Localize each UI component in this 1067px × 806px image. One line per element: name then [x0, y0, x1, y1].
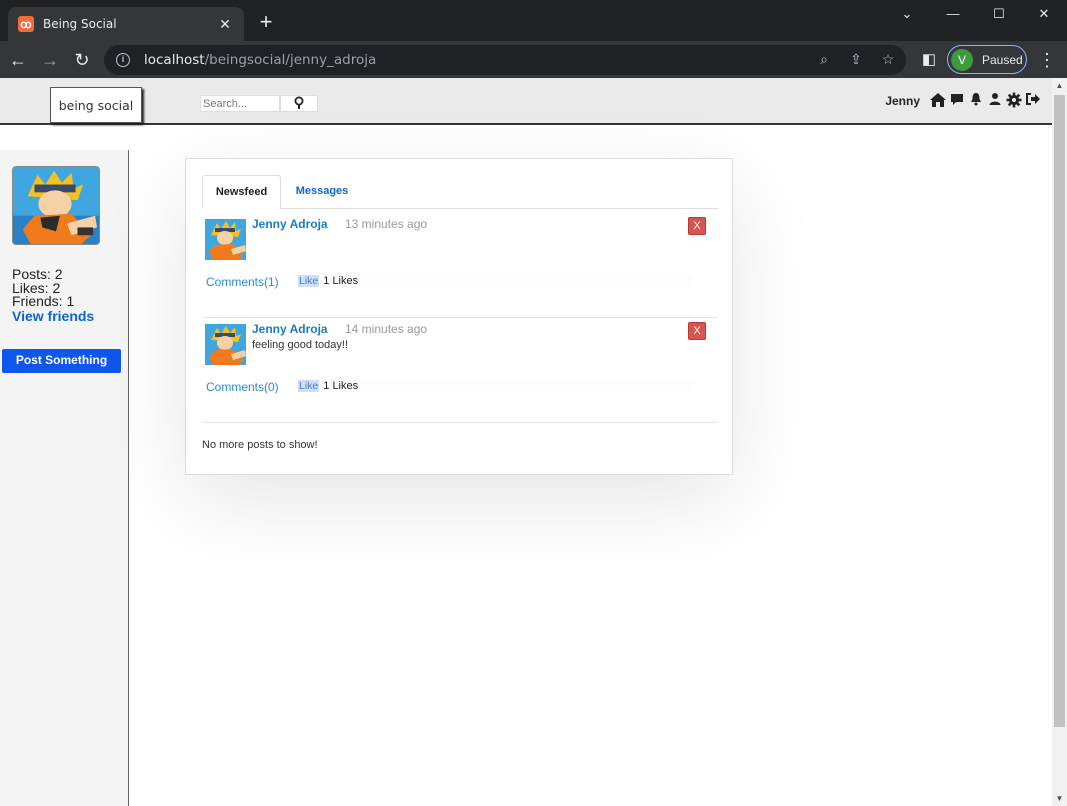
search-icon	[294, 96, 304, 109]
scroll-up-icon[interactable]: ▲	[1052, 78, 1067, 93]
profile-status: Paused	[982, 52, 1023, 67]
browser-toolbar: ← → ↻ i localhost/beingsocial/jenny_adro…	[0, 41, 1067, 78]
likes-count: 1 Likes	[323, 379, 359, 392]
share-icon[interactable]: ⇪	[846, 51, 866, 69]
post-author-link[interactable]: Jenny Adroja	[252, 322, 328, 336]
post-author-link[interactable]: Jenny Adroja	[252, 217, 328, 231]
author-avatar[interactable]	[205, 324, 246, 365]
page-viewport: being social Jenny	[0, 78, 1052, 806]
tab-newsfeed[interactable]: Newsfeed	[202, 175, 281, 209]
naruto-avatar-icon	[205, 324, 246, 365]
forward-icon[interactable]: →	[38, 48, 62, 72]
maximize-button[interactable]: ☐	[976, 0, 1022, 28]
url-text: localhost/beingsocial/jenny_adroja	[144, 52, 377, 68]
messages-icon[interactable]	[947, 92, 966, 110]
post-timestamp: 14 minutes ago	[345, 322, 428, 336]
notifications-icon[interactable]	[966, 92, 985, 110]
post-something-button[interactable]: Post Something	[2, 349, 121, 373]
site-info-icon[interactable]: i	[116, 53, 130, 67]
search-form	[200, 95, 318, 112]
comments-link[interactable]: Comments(1)	[206, 275, 279, 289]
like-button[interactable]: Like	[298, 274, 320, 287]
likes-count: 1 Likes	[323, 274, 359, 287]
tab-close-icon[interactable]: ✕	[216, 16, 234, 33]
menu-kebab-icon[interactable]: ⋮	[1035, 48, 1059, 72]
tab-search-icon[interactable]: ⌄	[884, 0, 930, 28]
site-logo[interactable]: being social	[50, 87, 142, 123]
delete-post-button[interactable]: X	[688, 322, 706, 340]
friend-requests-icon[interactable]	[985, 92, 1004, 110]
naruto-avatar-icon	[205, 219, 246, 260]
close-window-button[interactable]: ✕	[1021, 0, 1067, 28]
tab-title: Being Social	[43, 17, 117, 31]
post-item: Jenny Adroja 14 minutes ago feeling good…	[202, 319, 718, 423]
username-link[interactable]: Jenny	[885, 94, 920, 108]
author-avatar[interactable]	[205, 219, 246, 260]
post-item: Jenny Adroja 13 minutes ago X Comments(1…	[202, 214, 718, 318]
site-header: being social Jenny	[0, 78, 1052, 125]
browser-tabbar: ꝏ Being Social ✕ + ⌄ — ☐ ✕	[0, 0, 1067, 41]
avatar: V	[951, 48, 973, 71]
tab-messages[interactable]: Messages	[282, 175, 362, 209]
profile-button[interactable]: V Paused	[947, 45, 1027, 74]
newsfeed-panel: Newsfeed Messages Jenny Adroja 13 minute…	[185, 158, 733, 475]
post-timestamp: 13 minutes ago	[345, 217, 428, 231]
side-panel-icon[interactable]: ◧	[917, 48, 941, 72]
profile-picture[interactable]	[12, 166, 100, 245]
browser-window: ꝏ Being Social ✕ + ⌄ — ☐ ✕ ← → ↻ i local…	[0, 0, 1067, 806]
profile-stats: Posts: 2 Likes: 2 Friends: 1	[12, 267, 75, 309]
view-friends-link[interactable]: View friends	[12, 308, 94, 324]
naruto-avatar-icon	[13, 167, 99, 244]
scroll-down-icon[interactable]: ▼	[1052, 791, 1067, 806]
header-nav: Jenny	[885, 92, 1042, 110]
bookmark-star-icon[interactable]: ☆	[878, 51, 898, 69]
settings-icon[interactable]	[1004, 92, 1023, 110]
delete-post-button[interactable]: X	[688, 217, 706, 235]
like-button[interactable]: Like	[298, 379, 320, 392]
back-icon[interactable]: ←	[6, 48, 30, 72]
comments-link[interactable]: Comments(0)	[206, 380, 279, 394]
home-icon[interactable]	[928, 92, 947, 110]
reload-icon[interactable]: ↻	[70, 48, 94, 72]
profile-sidebar: Posts: 2 Likes: 2 Friends: 1 View friend…	[0, 150, 129, 806]
like-bar: Like 1 Likes	[297, 273, 695, 288]
xampp-favicon-icon: ꝏ	[18, 16, 34, 32]
friends-count: Friends: 1	[12, 293, 75, 309]
like-bar: Like 1 Likes	[297, 378, 695, 393]
feed-tabs: Newsfeed Messages	[202, 175, 718, 209]
post-body: feeling good today!!	[252, 339, 349, 351]
address-bar[interactable]: i localhost/beingsocial/jenny_adroja ⌕ ⇪…	[104, 45, 906, 75]
end-of-feed-message: No more posts to show!	[202, 439, 318, 451]
page-scrollbar[interactable]: ▲ ▼	[1052, 78, 1067, 806]
zoom-icon[interactable]: ⌕	[814, 51, 834, 69]
search-input[interactable]	[200, 95, 280, 112]
browser-tab[interactable]: ꝏ Being Social ✕	[8, 7, 244, 41]
new-tab-button[interactable]: +	[254, 10, 278, 34]
minimize-button[interactable]: —	[930, 0, 976, 28]
search-button[interactable]	[280, 95, 318, 112]
scroll-thumb[interactable]	[1054, 95, 1065, 727]
logout-icon[interactable]	[1023, 92, 1042, 110]
